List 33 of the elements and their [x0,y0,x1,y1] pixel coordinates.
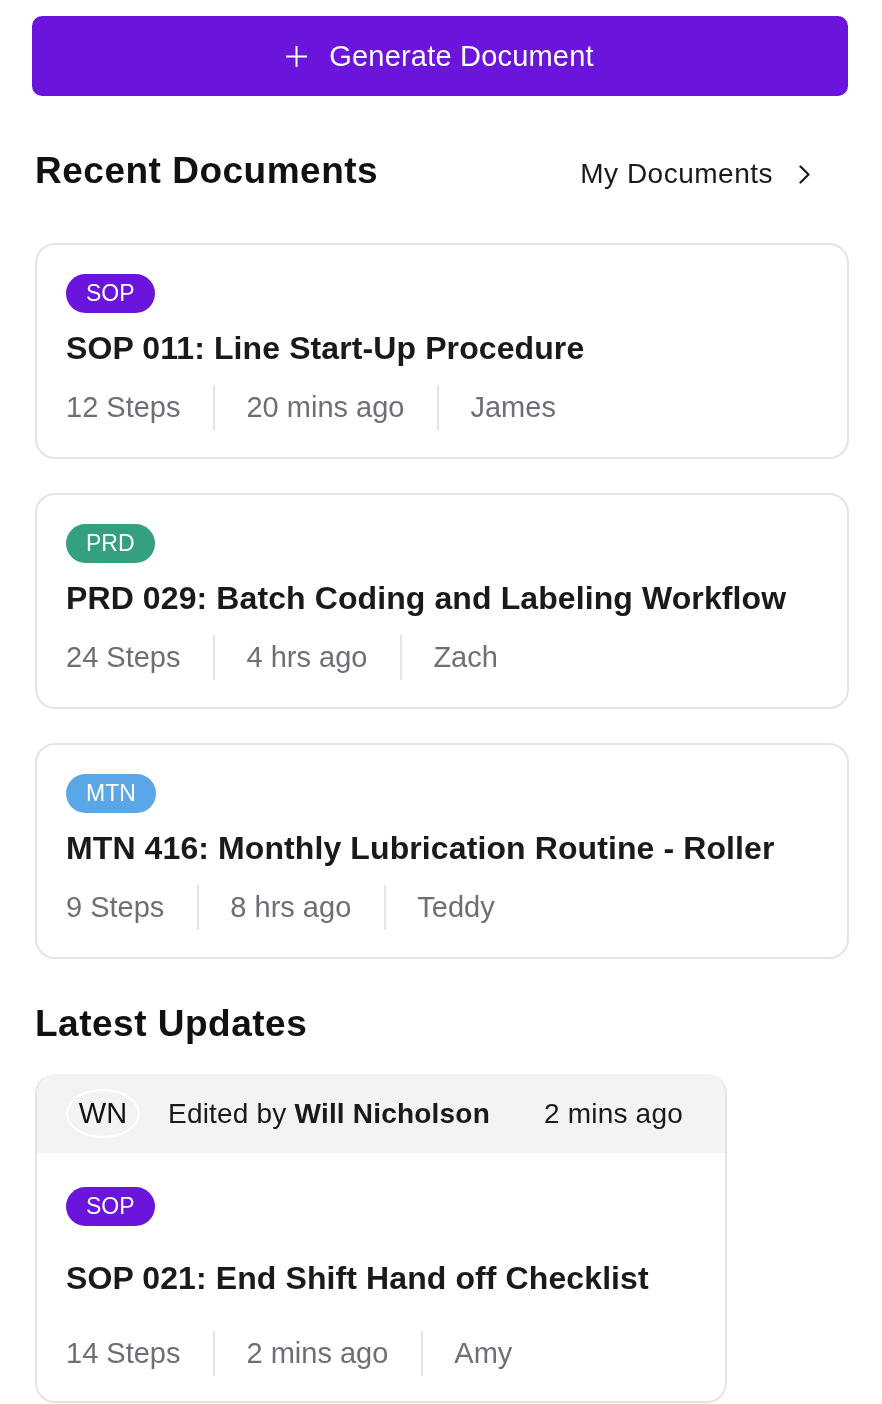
time-ago: 20 mins ago [246,390,405,425]
category-tag: MTN [66,774,156,813]
category-tag: SOP [66,274,155,313]
author-name: Teddy [417,890,495,925]
step-count: 9 Steps [66,890,165,925]
author-name: James [470,390,556,425]
plus-icon [286,45,308,67]
section-title: Latest Updates [34,1002,308,1046]
document-card[interactable]: PRD PRD 029: Batch Coding and Labeling Workflow 24 Steps 4 hrs ago Zach [35,493,849,709]
category-tag: PRD [66,524,155,563]
generate-document-button[interactable]: Generate Document [32,16,848,96]
document-title: SOP 021: End Shift Hand off Checklist [66,1259,649,1298]
update-card[interactable]: WN Edited by Will Nicholson 2 mins ago SOP SOP 021: End Shift Hand off Checklist 14 Steps 2 mins ago Amy [35,1074,727,1403]
document-title: PRD 029: Batch Coding and Labeling Workflow [66,579,787,618]
document-title: SOP 011: Line Start-Up Procedure [66,329,585,368]
category-tag: SOP [66,1187,155,1226]
document-title: MTN 416: Monthly Lubrication Routine - Roller [66,829,775,868]
author-name: Zach [433,640,498,675]
author-name: Amy [454,1336,513,1371]
time-ago: 8 hrs ago [230,890,352,925]
time-ago: 4 hrs ago [246,640,368,675]
chevron-right-icon [799,164,810,184]
step-count: 12 Steps [66,390,181,425]
my-documents-link[interactable]: My Documents [580,158,810,190]
step-count: 24 Steps [66,640,181,675]
document-card[interactable]: SOP SOP 011: Line Start-Up Procedure 12 Steps 20 mins ago James [35,243,849,459]
edit-note: Edited by Will Nicholson [168,1097,490,1130]
avatar-initials: WN [66,1089,140,1138]
step-count: 14 Steps [66,1336,181,1371]
document-card[interactable]: MTN MTN 416: Monthly Lubrication Routine - Roller 9 Steps 8 hrs ago Teddy [35,743,849,959]
section-title: Recent Documents [34,149,379,193]
time-ago: 2 mins ago [246,1336,389,1371]
edit-time: 2 mins ago [543,1097,683,1130]
